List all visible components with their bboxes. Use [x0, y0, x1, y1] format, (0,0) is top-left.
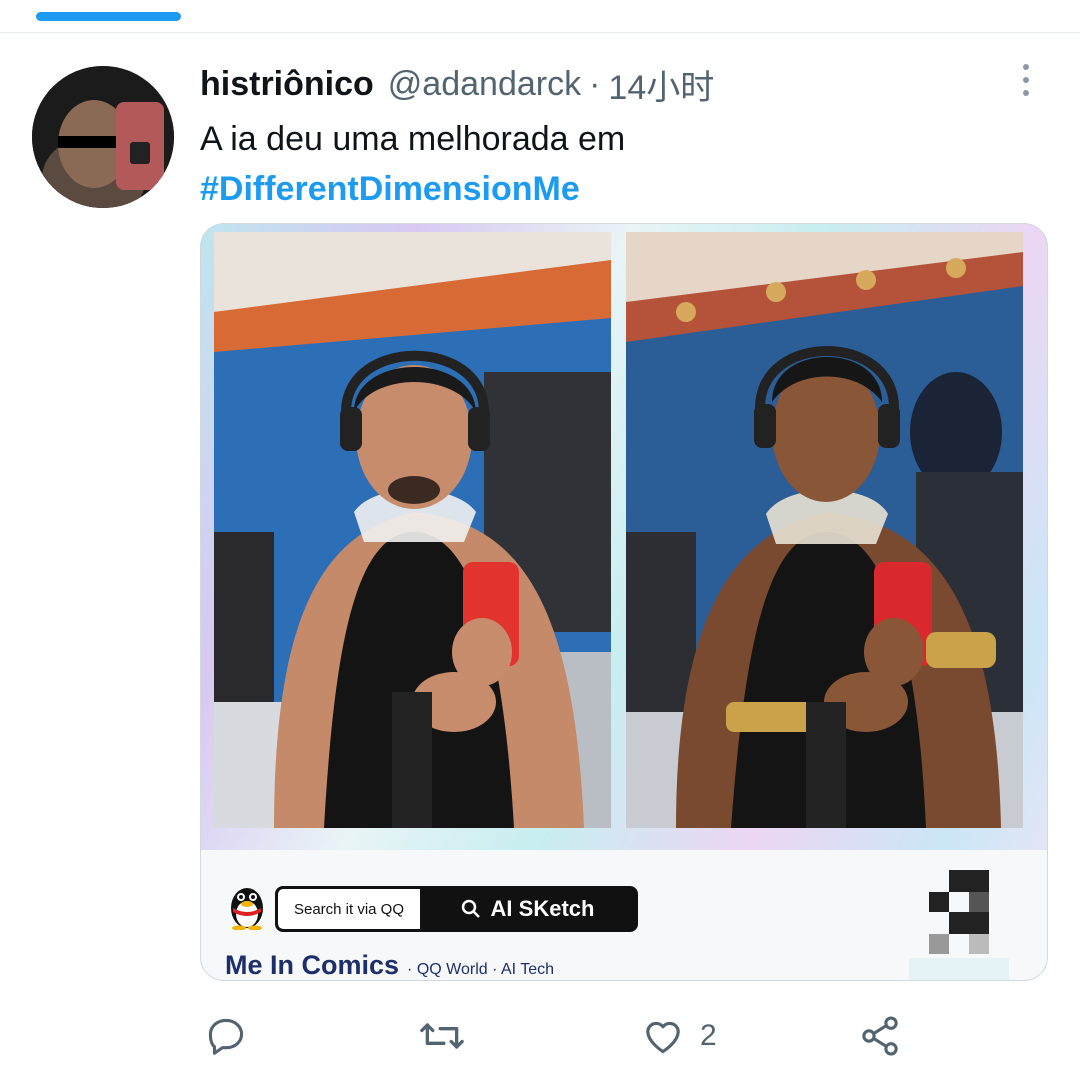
more-button[interactable]	[1008, 60, 1044, 100]
qq-search-widget[interactable]: Search it via QQ AI SKetch	[275, 886, 638, 932]
share-button[interactable]	[858, 1008, 902, 1064]
brand-subtitle: · QQ World · AI Tech	[407, 961, 555, 978]
like-button[interactable]: 2	[640, 1008, 717, 1064]
avatar[interactable]	[32, 66, 174, 208]
media-card[interactable]: Search it via QQ AI SKetch Me In Comics …	[200, 223, 1048, 981]
search-it-via-qq-label: Search it via QQ	[278, 889, 420, 929]
ai-sketch-button[interactable]: AI SKetch	[420, 889, 635, 929]
tweet-body: A ia deu uma melhorada em	[200, 120, 626, 158]
search-icon	[461, 899, 480, 918]
photo-original	[214, 232, 611, 828]
header-separator: ·	[589, 64, 601, 103]
photo-anime	[626, 232, 1023, 828]
share-icon	[862, 1016, 898, 1056]
heart-icon	[646, 1021, 680, 1054]
hashtag-link[interactable]: #DifferentDimensionMe	[200, 164, 625, 214]
retweet-icon	[420, 1023, 464, 1049]
tweet-actions: 2	[200, 1008, 920, 1064]
retweet-button[interactable]	[418, 1008, 466, 1064]
display-name[interactable]: histriônico	[200, 65, 374, 104]
like-count: 2	[700, 1019, 717, 1052]
user-handle[interactable]: @adandarck	[388, 65, 581, 104]
brand-line: Me In Comics · QQ World · AI Tech	[225, 950, 555, 980]
tweet-text: A ia deu uma melhorada em #DifferentDime…	[200, 114, 625, 214]
qr-code-icon	[909, 866, 1009, 980]
tweet-header: histriônico @adandarck · 14小时	[200, 60, 714, 109]
top-divider	[0, 32, 1080, 33]
ai-sketch-label: AI SKetch	[490, 896, 595, 921]
card-footer: Search it via QQ AI SKetch Me In Comics …	[201, 850, 1047, 980]
qq-penguin-icon	[231, 888, 263, 930]
reply-button[interactable]	[204, 1008, 248, 1064]
brand-title: Me In Comics	[225, 950, 400, 980]
more-icon	[1023, 64, 1029, 70]
tweet-timestamp[interactable]: 14小时	[608, 60, 714, 109]
active-tab-indicator	[36, 12, 181, 21]
reply-icon	[208, 1018, 244, 1055]
